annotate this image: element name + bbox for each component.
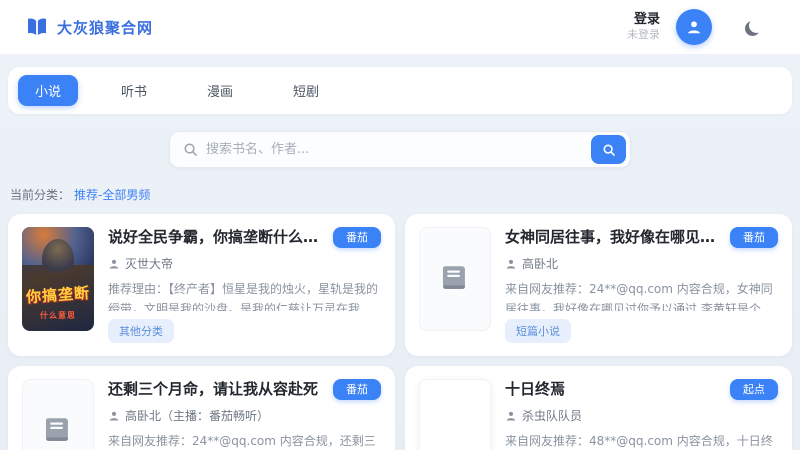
search-bar bbox=[169, 131, 631, 168]
tab-shortdrama[interactable]: 短剧 bbox=[276, 75, 336, 106]
book-title[interactable]: 说好全民争霸，你搞垄断什么意思 bbox=[108, 227, 323, 247]
site-title: 大灰狼聚合网 bbox=[57, 18, 154, 37]
book-cover-image: 你搞垄断 什么意思 bbox=[22, 227, 94, 331]
book-cover-blank bbox=[419, 379, 491, 450]
source-badge: 番茄 bbox=[730, 227, 778, 249]
book-logo-icon bbox=[28, 18, 46, 36]
site-logo[interactable]: 大灰狼聚合网 bbox=[26, 17, 153, 38]
user-avatar[interactable] bbox=[676, 9, 712, 45]
book-placeholder-icon bbox=[45, 418, 68, 441]
cover-subtitle-text: 什么意思 bbox=[40, 311, 76, 320]
tab-audiobook[interactable]: 听书 bbox=[104, 75, 164, 106]
current-category-row: 当前分类： 推荐-全部男频 bbox=[10, 186, 800, 203]
tab-comic[interactable]: 漫画 bbox=[190, 75, 250, 106]
book-card[interactable]: 十日终焉 起点 杀虫队队员 来自网友推荐：48**@qq.com 内容合规，十日… bbox=[405, 366, 792, 450]
search-icon bbox=[184, 143, 197, 156]
current-category-link[interactable]: 推荐-全部男频 bbox=[74, 186, 150, 203]
current-category-label: 当前分类： bbox=[10, 188, 71, 202]
search-input[interactable] bbox=[198, 142, 591, 157]
book-description: 来自网友推荐：24**@qq.com 内容合规，女神同居往事，我好像在哪见过你予… bbox=[505, 282, 773, 311]
tab-novel[interactable]: 小说 bbox=[18, 75, 79, 106]
book-card[interactable]: 女神同居往事，我好像在哪见过你 番茄 高卧北 来自网友推荐：24**@qq.co… bbox=[405, 214, 792, 356]
book-card[interactable]: 还剩三个月命，请让我从容赴死 番茄 高卧北（主播：番茄畅听） 来自网友推荐：24… bbox=[8, 366, 395, 450]
book-author: 高卧北（主播：番茄畅听） bbox=[125, 409, 270, 424]
author-icon bbox=[506, 411, 516, 421]
book-description: 来自网友推荐：48**@qq.com 内容合规，十日终焉予以通过（不后宫，不套路… bbox=[505, 434, 773, 449]
book-title[interactable]: 还剩三个月命，请让我从容赴死 bbox=[108, 379, 318, 399]
source-badge: 起点 bbox=[730, 379, 778, 401]
book-author: 杀虫队队员 bbox=[522, 409, 583, 424]
book-description: 来自网友推荐：24**@qq.com 内容合规，还剩三个月命，请让我从容赴死予以… bbox=[108, 434, 376, 449]
book-card-grid: 你搞垄断 什么意思 说好全民争霸，你搞垄断什么意思 番茄 灭世大帝 推荐理由：【… bbox=[8, 214, 792, 450]
book-card[interactable]: 你搞垄断 什么意思 说好全民争霸，你搞垄断什么意思 番茄 灭世大帝 推荐理由：【… bbox=[8, 214, 395, 356]
moon-icon bbox=[749, 18, 764, 33]
author-icon bbox=[506, 259, 516, 269]
book-title[interactable]: 女神同居往事，我好像在哪见过你 bbox=[505, 227, 720, 247]
login-block[interactable]: 登录 未登录 bbox=[627, 12, 660, 42]
category-tabbar: 小说 听书 漫画 短剧 bbox=[8, 67, 792, 114]
source-badge: 番茄 bbox=[333, 227, 381, 249]
cover-title-text: 你搞垄断 bbox=[25, 283, 91, 307]
book-author: 高卧北 bbox=[522, 257, 559, 272]
book-description: 推荐理由：【终产者】恒星是我的烛火，星轨是我的绶带，文明是我的沙盘。是我的仁慈让… bbox=[108, 282, 379, 311]
book-placeholder-icon bbox=[442, 266, 465, 289]
book-title[interactable]: 十日终焉 bbox=[505, 379, 565, 399]
login-status: 未登录 bbox=[627, 28, 660, 42]
dark-mode-toggle[interactable] bbox=[734, 10, 772, 44]
source-badge: 番茄 bbox=[333, 379, 381, 401]
author-icon bbox=[109, 411, 119, 421]
login-label[interactable]: 登录 bbox=[627, 12, 660, 28]
book-author: 灭世大帝 bbox=[125, 257, 174, 272]
book-tag[interactable]: 短篇小说 bbox=[505, 319, 571, 343]
person-icon bbox=[688, 21, 700, 34]
app-header: 大灰狼聚合网 登录 未登录 bbox=[0, 0, 800, 54]
search-button-icon bbox=[602, 143, 615, 156]
book-cover-placeholder bbox=[22, 379, 94, 450]
book-tag[interactable]: 其他分类 bbox=[108, 319, 174, 343]
book-cover-placeholder bbox=[419, 227, 491, 331]
search-submit-button[interactable] bbox=[591, 135, 626, 164]
author-icon bbox=[109, 259, 119, 269]
